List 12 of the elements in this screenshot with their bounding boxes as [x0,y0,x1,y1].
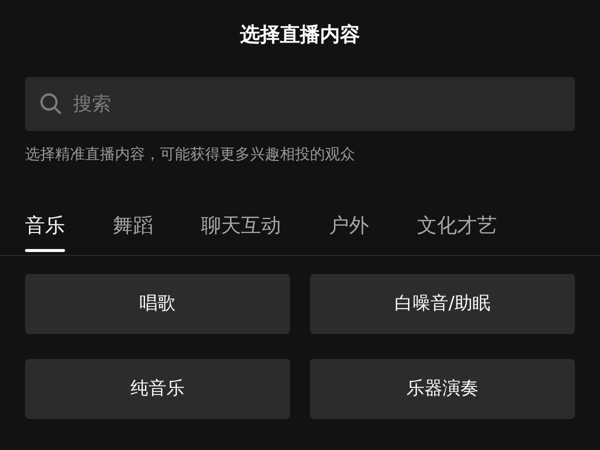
category-tab[interactable]: 聊天互动 [201,210,281,252]
search-field[interactable]: 搜索 [25,77,575,131]
category-tab[interactable]: 舞蹈 [113,210,153,252]
option-button[interactable]: 乐器演奏 [310,358,575,418]
option-button[interactable]: 唱歌 [25,274,290,334]
page-title: 选择直播内容 [239,21,361,48]
hint-text: 选择精准直播内容，可能获得更多兴趣相投的观众 [25,144,356,165]
option-button[interactable]: 白噪音/助眠 [310,274,575,334]
category-tab[interactable]: 音乐 [25,210,65,252]
category-tab[interactable]: 文化才艺 [417,210,497,252]
category-tab[interactable]: 户外 [329,210,369,252]
option-button[interactable]: 纯音乐 [25,358,290,418]
